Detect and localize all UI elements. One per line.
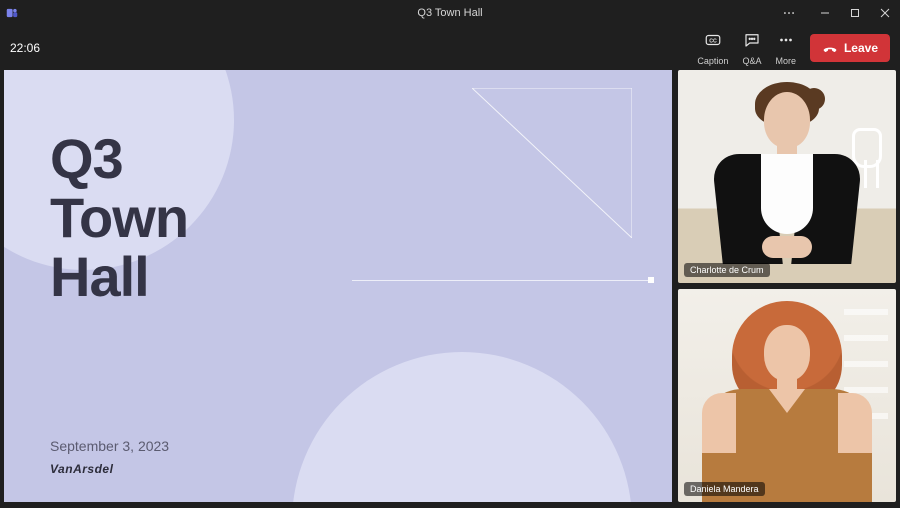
- chat-icon: [743, 31, 761, 54]
- leave-label: Leave: [844, 41, 878, 55]
- leave-button[interactable]: Leave: [810, 34, 890, 62]
- meeting-content: Q3 Town Hall September 3, 2023 VanArsdel…: [0, 70, 900, 508]
- participant-tile[interactable]: Daniela Mandera: [678, 289, 896, 502]
- caption-label: Caption: [697, 56, 728, 66]
- slide-date: September 3, 2023: [50, 438, 169, 454]
- shared-slide[interactable]: Q3 Town Hall September 3, 2023 VanArsdel: [4, 70, 672, 502]
- avatar-torso: [717, 154, 857, 264]
- avatar-face: [764, 325, 810, 381]
- slide-title-line: Q3: [50, 130, 188, 189]
- meeting-control-bar: 22:06 CC Caption Q&A More: [0, 26, 900, 70]
- caption-button[interactable]: CC Caption: [697, 31, 728, 66]
- more-button[interactable]: More: [775, 31, 796, 66]
- svg-text:CC: CC: [709, 38, 717, 44]
- app-window: Q3 Town Hall 22:06 CC Caption Q&A: [0, 0, 900, 508]
- close-button[interactable]: [870, 0, 900, 26]
- slide-title-line: Hall: [50, 248, 188, 307]
- caption-icon: CC: [704, 31, 722, 54]
- hangup-icon: [822, 39, 838, 58]
- more-icon: [777, 31, 795, 54]
- participant-tile[interactable]: Charlotte de Crum: [678, 70, 896, 283]
- decor-line: [352, 280, 652, 281]
- avatar-face: [764, 92, 810, 148]
- decor-circle: [292, 352, 632, 502]
- decor-dot: [648, 277, 654, 283]
- more-label: More: [775, 56, 796, 66]
- title-bar: Q3 Town Hall: [0, 0, 900, 26]
- meeting-controls: CC Caption Q&A More Leave: [697, 31, 890, 66]
- participant-name: Daniela Mandera: [684, 482, 765, 496]
- slide-title-line: Town: [50, 189, 188, 248]
- decor-triangle: [472, 88, 632, 238]
- window-title: Q3 Town Hall: [0, 7, 900, 19]
- window-controls: [810, 0, 900, 26]
- slide-brand: VanArsdel: [50, 462, 113, 476]
- qa-button[interactable]: Q&A: [742, 31, 761, 66]
- qa-label: Q&A: [742, 56, 761, 66]
- meeting-elapsed-time: 22:06: [10, 41, 40, 55]
- maximize-button[interactable]: [840, 0, 870, 26]
- minimize-button[interactable]: [810, 0, 840, 26]
- app-icon: [0, 6, 24, 20]
- slide-title: Q3 Town Hall: [50, 130, 188, 306]
- participant-name: Charlotte de Crum: [684, 263, 770, 277]
- participant-panel: Charlotte de Crum Daniela Mandera: [678, 70, 896, 502]
- app-menu-button[interactable]: [774, 0, 804, 26]
